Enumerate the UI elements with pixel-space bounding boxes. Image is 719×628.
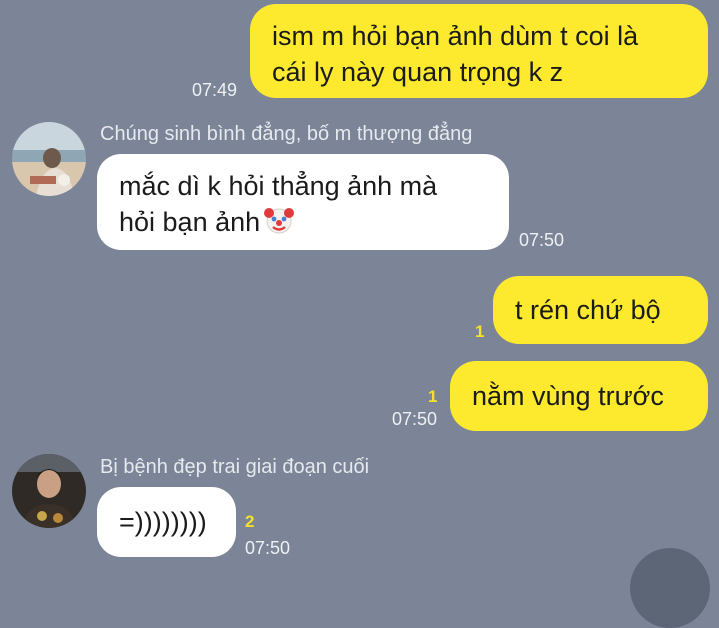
message-time: 07:49 [192, 80, 238, 100]
message-text-line: cái ly này quan trọng k z [272, 57, 564, 87]
sender-name: Chúng sinh bình đẳng, bố m thượng đẳng [100, 123, 473, 145]
message-text-line: ism m hỏi bạn ảnh dùm t coi là [272, 21, 639, 51]
message-text-line: mắc dì k hỏi thẳng ảnh mà [119, 171, 438, 201]
unread-count: 1 [475, 322, 485, 341]
sender-avatar[interactable] [12, 454, 86, 528]
sender-name: Bị bệnh đẹp trai giai đoạn cuối [100, 456, 370, 478]
message-time: 07:50 [519, 230, 565, 250]
message-text-line: =)))))))) [119, 507, 207, 537]
message-time: 07:50 [392, 409, 438, 429]
their-message-bubble[interactable]: mắc dì k hỏi thẳng ảnh mà hỏi bạn ảnh [97, 154, 509, 250]
message-text-line-with-emoji: hỏi bạn ảnh [119, 204, 509, 240]
message-text: hỏi bạn ảnh [119, 207, 261, 237]
message-time: 07:50 [245, 538, 291, 558]
my-message-bubble[interactable]: nằm vùng trước [450, 361, 708, 431]
unread-count: 1 [428, 387, 438, 406]
my-message-bubble[interactable]: ism m hỏi bạn ảnh dùm t coi là cái ly nà… [250, 4, 708, 98]
sender-avatar[interactable] [12, 122, 86, 196]
my-message-bubble[interactable]: t rén chứ bộ [493, 276, 708, 344]
portrait-avatar-icon [12, 454, 86, 528]
message-text-line: t rén chứ bộ [515, 295, 661, 325]
message-text-line: nằm vùng trước [472, 381, 664, 411]
unread-count: 2 [245, 512, 255, 531]
scroll-to-bottom-button[interactable] [630, 548, 710, 628]
beach-photo-avatar-icon [12, 122, 86, 196]
their-message-bubble[interactable]: =)))))))) [97, 487, 236, 557]
clown-face-icon [264, 208, 295, 234]
